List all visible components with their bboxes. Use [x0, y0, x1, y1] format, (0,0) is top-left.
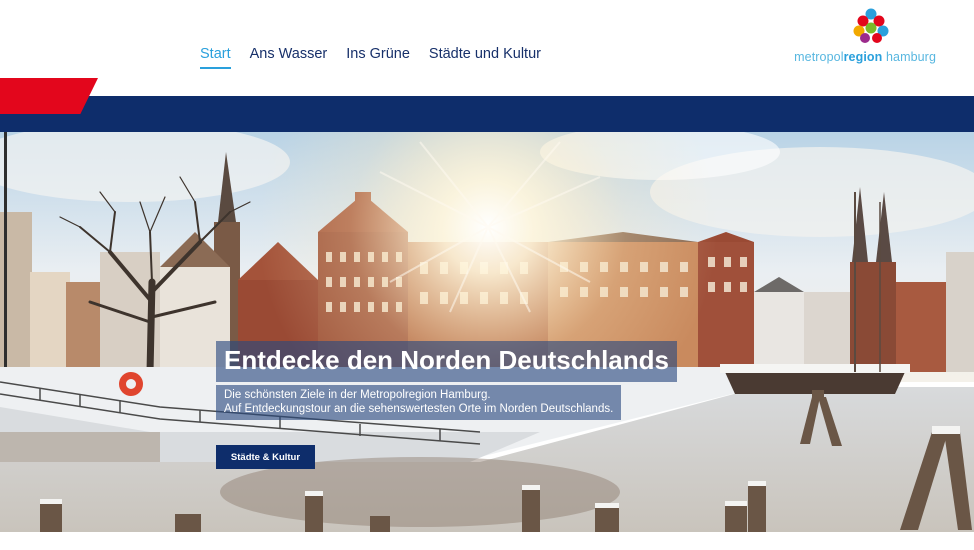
nav-item-start[interactable]: Start	[200, 46, 231, 69]
metropolregion-logo-icon	[853, 8, 889, 43]
site-header: Start Ans Wasser Ins Grüne Städte und Ku…	[0, 0, 974, 132]
hero-subtitle: Die schönsten Ziele in der Metropolregio…	[216, 385, 622, 420]
logo-text-suffix: hamburg	[882, 50, 936, 64]
nav-item-staedte-und-kultur[interactable]: Städte und Kultur	[429, 46, 541, 69]
metropolregion-logo[interactable]: metropolregion hamburg	[776, 6, 936, 66]
logo-text-prefix: metropol	[794, 50, 844, 64]
logo-wordmark: metropolregion hamburg	[794, 50, 936, 64]
staedte-und-kultur-button[interactable]: Städte & Kultur	[216, 445, 315, 469]
bottom-strip	[0, 532, 974, 550]
nav-item-ins-gruene[interactable]: Ins Grüne	[346, 46, 410, 69]
logo-text-bold: region	[843, 50, 883, 64]
header-blue-band	[0, 96, 974, 132]
hero-subtitle-line-2: Auf Entdeckungstour an die sehenswertest…	[224, 403, 614, 415]
nav-item-ans-wasser[interactable]: Ans Wasser	[250, 46, 328, 69]
hero-section: Entdecke den Norden Deutschlands Die sch…	[0, 132, 974, 532]
hero-title: Entdecke den Norden Deutschlands	[216, 341, 677, 382]
hero-subtitle-line-1: Die schönsten Ziele in der Metropolregio…	[224, 389, 491, 401]
hero-image	[0, 132, 974, 532]
main-nav: Start Ans Wasser Ins Grüne Städte und Ku…	[200, 46, 541, 69]
